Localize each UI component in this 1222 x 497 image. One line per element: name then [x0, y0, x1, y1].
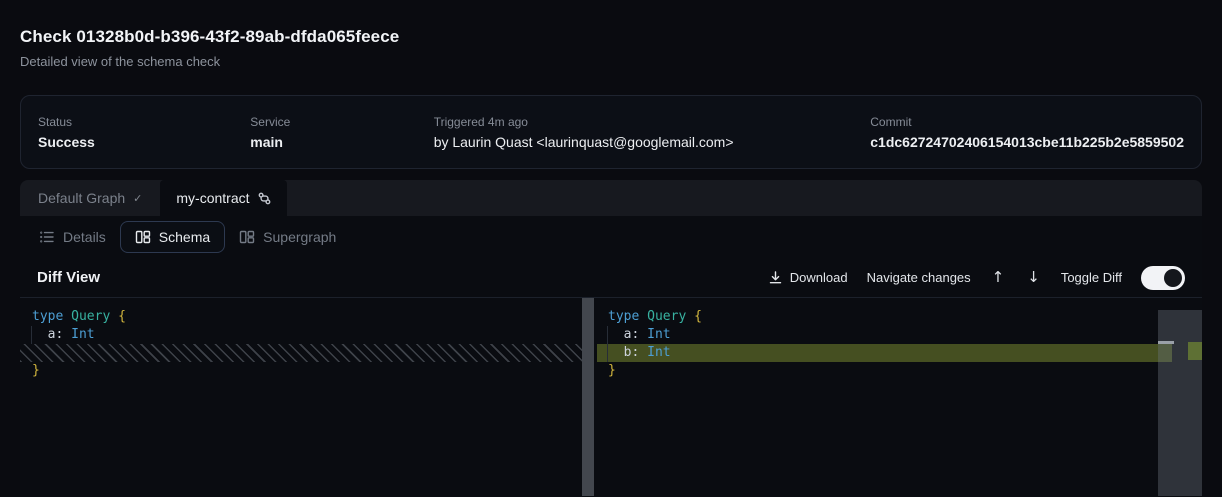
download-label: Download — [790, 270, 848, 285]
code-line: } — [597, 362, 1172, 380]
code-line: } — [20, 362, 582, 380]
check-summary-card: Status Success Service main Triggered 4m… — [20, 95, 1202, 169]
summary-field-status: Status Success — [38, 115, 250, 150]
indent-guide-line — [31, 326, 32, 344]
page: Check 01328b0d-b396-43f2-89ab-dfda065fee… — [0, 0, 1222, 497]
next-change-button[interactable]: ↓ — [1025, 268, 1042, 287]
indent-guide-line — [607, 326, 608, 344]
tab-schema[interactable]: Schema — [120, 221, 225, 253]
tab-my-contract[interactable]: my-contract — [160, 180, 286, 216]
diff-left-pane: type Query { a: Int} — [20, 298, 582, 496]
summary-field-commit: Commit c1dc62724702406154013cbe11b225b2e… — [870, 115, 1184, 150]
diff-editor: type Query { a: Int} + type Query { a: I… — [20, 298, 1202, 496]
previous-change-button[interactable]: ↑ — [990, 268, 1007, 287]
switch-knob — [1164, 269, 1182, 287]
toggle-diff-label: Toggle Diff — [1061, 270, 1122, 285]
minimap-change-tick — [1158, 341, 1174, 344]
minimap[interactable] — [1158, 310, 1202, 496]
commit-label: Commit — [870, 115, 1184, 129]
code-line: a: Int — [20, 326, 582, 344]
tab-supergraph[interactable]: Supergraph — [237, 222, 338, 252]
minimap-added-marker — [1188, 342, 1202, 360]
git-compare-icon — [258, 192, 271, 205]
panels-icon — [239, 229, 255, 245]
diff-toolbar: Diff View Download Navigate changes ↑ ↓ … — [20, 258, 1202, 298]
download-button[interactable]: Download — [768, 270, 848, 285]
navigate-changes-label: Navigate changes — [867, 270, 971, 285]
diff-scrollbar[interactable] — [582, 298, 594, 496]
diff-added-line: b: Int — [597, 344, 1172, 362]
tab-details-label: Details — [63, 229, 106, 245]
download-icon — [768, 270, 783, 285]
commit-value: c1dc62724702406154013cbe11b225b2e5859502 — [870, 134, 1184, 150]
panels-icon — [135, 229, 151, 245]
code-line: a: Int — [597, 326, 1172, 344]
service-value: main — [250, 134, 433, 150]
status-value: Success — [38, 134, 250, 150]
summary-field-triggered: Triggered 4m ago by Laurin Quast <laurin… — [434, 115, 871, 150]
page-subtitle: Detailed view of the schema check — [20, 54, 1202, 69]
tab-default-graph[interactable]: Default Graph ✓ — [20, 180, 160, 216]
triggered-label: Triggered 4m ago — [434, 115, 871, 129]
tab-my-contract-label: my-contract — [176, 190, 249, 206]
page-title: Check 01328b0d-b396-43f2-89ab-dfda065fee… — [20, 27, 1202, 47]
diff-view-title: Diff View — [37, 269, 100, 286]
view-tab-bar: Details Schema Supergr — [20, 216, 1202, 258]
tab-schema-label: Schema — [159, 229, 210, 245]
check-icon: ✓ — [133, 192, 142, 205]
indent-guide-line — [607, 344, 608, 362]
schema-check-panel: Default Graph ✓ my-contract — [20, 180, 1202, 497]
toggle-diff-switch[interactable] — [1141, 266, 1185, 290]
diff-placeholder-line — [20, 344, 582, 362]
tab-details[interactable]: Details — [37, 222, 108, 252]
triggered-value: by Laurin Quast <laurinquast@googlemail.… — [434, 134, 871, 150]
diff-toolbar-actions: Download Navigate changes ↑ ↓ Toggle Dif… — [768, 266, 1185, 290]
tab-default-graph-label: Default Graph — [38, 190, 125, 206]
diff-right-pane: type Query { a: Int b: Int} — [597, 298, 1172, 496]
page-header: Check 01328b0d-b396-43f2-89ab-dfda065fee… — [20, 0, 1202, 69]
code-line: type Query { — [20, 308, 582, 326]
service-label: Service — [250, 115, 433, 129]
tab-supergraph-label: Supergraph — [263, 229, 336, 245]
list-icon — [39, 229, 55, 245]
summary-field-service: Service main — [250, 115, 433, 150]
status-label: Status — [38, 115, 250, 129]
graph-tab-bar: Default Graph ✓ my-contract — [20, 180, 1202, 216]
code-line: type Query { — [597, 308, 1172, 326]
